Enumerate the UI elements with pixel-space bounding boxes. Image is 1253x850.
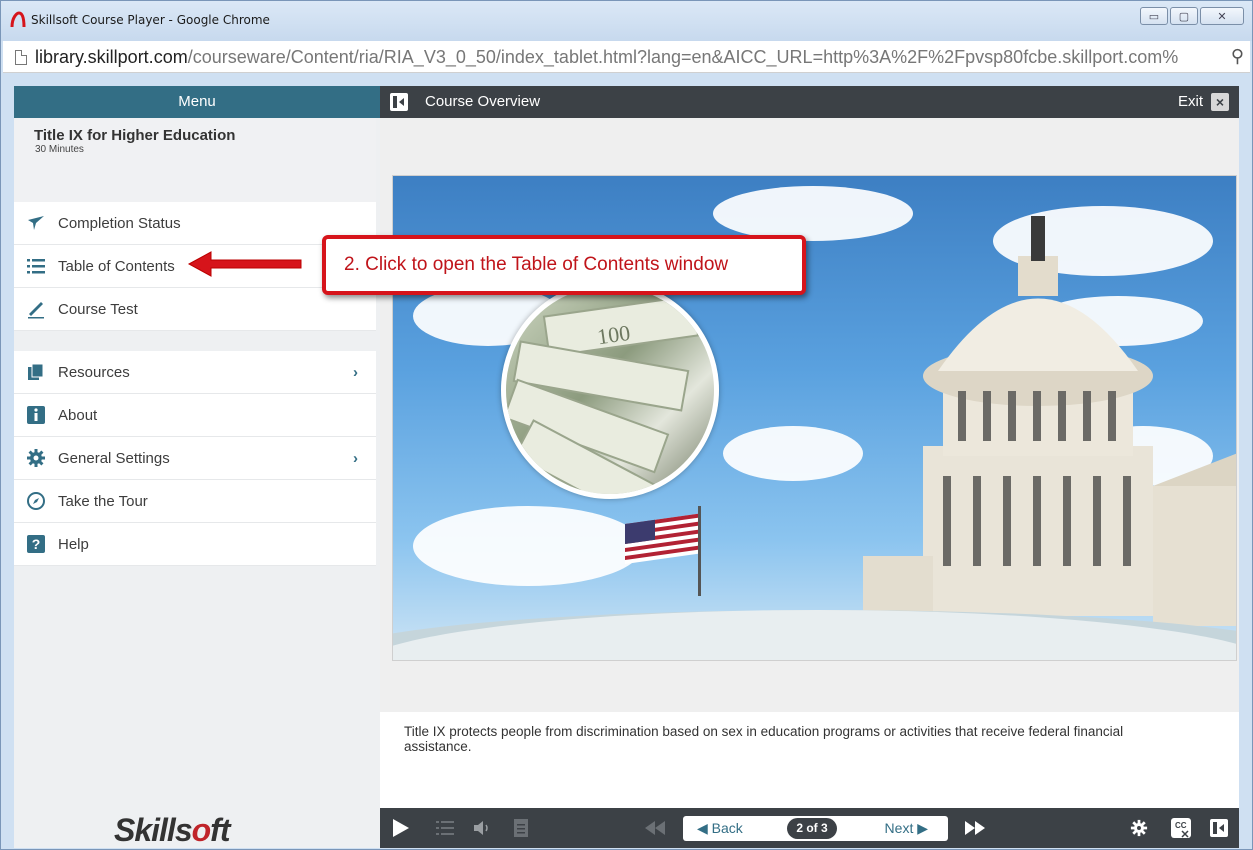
page-indicator: 2 of 3 xyxy=(787,818,837,839)
zoom-icon[interactable]: ⚲ xyxy=(1231,46,1244,67)
address-bar[interactable]: library.skillport.com/courseware/Content… xyxy=(3,41,1250,73)
sidebar-item-label: Take the Tour xyxy=(58,492,148,510)
page-icon xyxy=(15,50,27,65)
closed-captions-icon[interactable]: CC xyxy=(1166,808,1196,848)
pencil-icon xyxy=(26,299,46,319)
sidebar-item-course-test[interactable]: Course Test xyxy=(14,288,376,331)
menu-header: Menu xyxy=(14,86,380,118)
capitol-building-image xyxy=(863,216,1236,626)
sidebar-item-label: Completion Status xyxy=(58,214,181,232)
resources-icon xyxy=(26,362,46,382)
close-button[interactable]: ✕ xyxy=(1200,7,1244,25)
sidebar-item-take-the-tour[interactable]: Take the Tour xyxy=(14,480,376,523)
content-header: Course Overview Exit × xyxy=(380,86,1239,118)
course-info: Title IX for Higher Education 30 Minutes xyxy=(14,118,376,202)
fast-forward-icon[interactable] xyxy=(960,808,990,848)
settings-gear-icon[interactable] xyxy=(1124,808,1154,848)
menu-group-secondary: Resources › About General Settings › Tak… xyxy=(14,351,376,566)
info-icon xyxy=(26,405,46,425)
next-button[interactable]: Next ▶ xyxy=(885,820,928,837)
sidebar-item-label: Help xyxy=(58,535,89,553)
course-overview-title: Course Overview xyxy=(425,93,541,110)
completion-status-icon xyxy=(26,213,46,233)
svg-text:CC: CC xyxy=(1175,821,1187,830)
list-icon xyxy=(26,256,46,276)
sidebar-item-help[interactable]: ? Help xyxy=(14,523,376,566)
skillsoft-logo: Skillsoft xyxy=(114,812,230,848)
content-area: 100 Title IX protects people from discri… xyxy=(380,118,1239,848)
course-player: Menu Course Overview Exit × Title IX for… xyxy=(14,86,1239,848)
maximize-button[interactable]: ▢ xyxy=(1170,7,1198,25)
rewind-icon[interactable] xyxy=(640,808,670,848)
window-title: Skillsoft Course Player - Google Chrome xyxy=(31,13,270,27)
volume-icon[interactable] xyxy=(468,808,498,848)
exit-button[interactable]: Exit xyxy=(1178,86,1203,118)
minimize-button[interactable]: ▭ xyxy=(1140,7,1168,25)
page-navigation: ◀ Back 2 of 3 Next ▶ xyxy=(683,816,948,841)
sidebar-item-label: Resources xyxy=(58,363,130,381)
callout-text: 2. Click to open the Table of Contents w… xyxy=(344,254,729,275)
sidebar-item-label: General Settings xyxy=(58,449,170,467)
american-flag-image xyxy=(625,506,701,596)
chevron-right-icon: › xyxy=(353,364,358,381)
player-controls: ◀ Back 2 of 3 Next ▶ CC xyxy=(380,808,1239,848)
exit-icon[interactable]: × xyxy=(1211,93,1229,111)
svg-text:100: 100 xyxy=(596,320,632,349)
title-bar: Skillsoft Course Player - Google Chrome … xyxy=(1,1,1252,41)
course-duration: 30 Minutes xyxy=(35,144,84,155)
sidebar-item-label: Course Test xyxy=(58,300,138,318)
sidebar-item-about[interactable]: About xyxy=(14,394,376,437)
money-stack-image: 100 xyxy=(501,281,719,499)
sidebar-menu: Title IX for Higher Education 30 Minutes… xyxy=(14,118,380,848)
callout-arrow xyxy=(187,251,302,277)
collapse-menu-icon[interactable] xyxy=(390,93,408,111)
expand-panel-icon[interactable] xyxy=(1204,808,1234,848)
gear-icon xyxy=(26,448,46,468)
notes-icon[interactable] xyxy=(506,808,536,848)
course-title: Title IX for Higher Education xyxy=(34,127,236,144)
svg-text:?: ? xyxy=(32,536,41,552)
sidebar-item-general-settings[interactable]: General Settings › xyxy=(14,437,376,480)
compass-icon xyxy=(26,491,46,511)
skillsoft-app-icon xyxy=(10,11,26,28)
slide-caption: Title IX protects people from discrimina… xyxy=(380,712,1239,808)
play-icon[interactable] xyxy=(386,808,416,848)
sidebar-item-resources[interactable]: Resources › xyxy=(14,351,376,394)
transcript-icon[interactable] xyxy=(430,808,460,848)
instruction-callout: 2. Click to open the Table of Contents w… xyxy=(322,235,806,295)
url-field[interactable]: library.skillport.com/courseware/Content… xyxy=(35,47,1225,68)
help-icon: ? xyxy=(26,534,46,554)
sidebar-item-label: About xyxy=(58,406,98,424)
sidebar-item-label: Table of Contents xyxy=(58,257,175,275)
back-button[interactable]: ◀ Back xyxy=(697,820,743,837)
chevron-right-icon: › xyxy=(353,450,358,467)
caption-text: Title IX protects people from discrimina… xyxy=(404,724,1124,754)
